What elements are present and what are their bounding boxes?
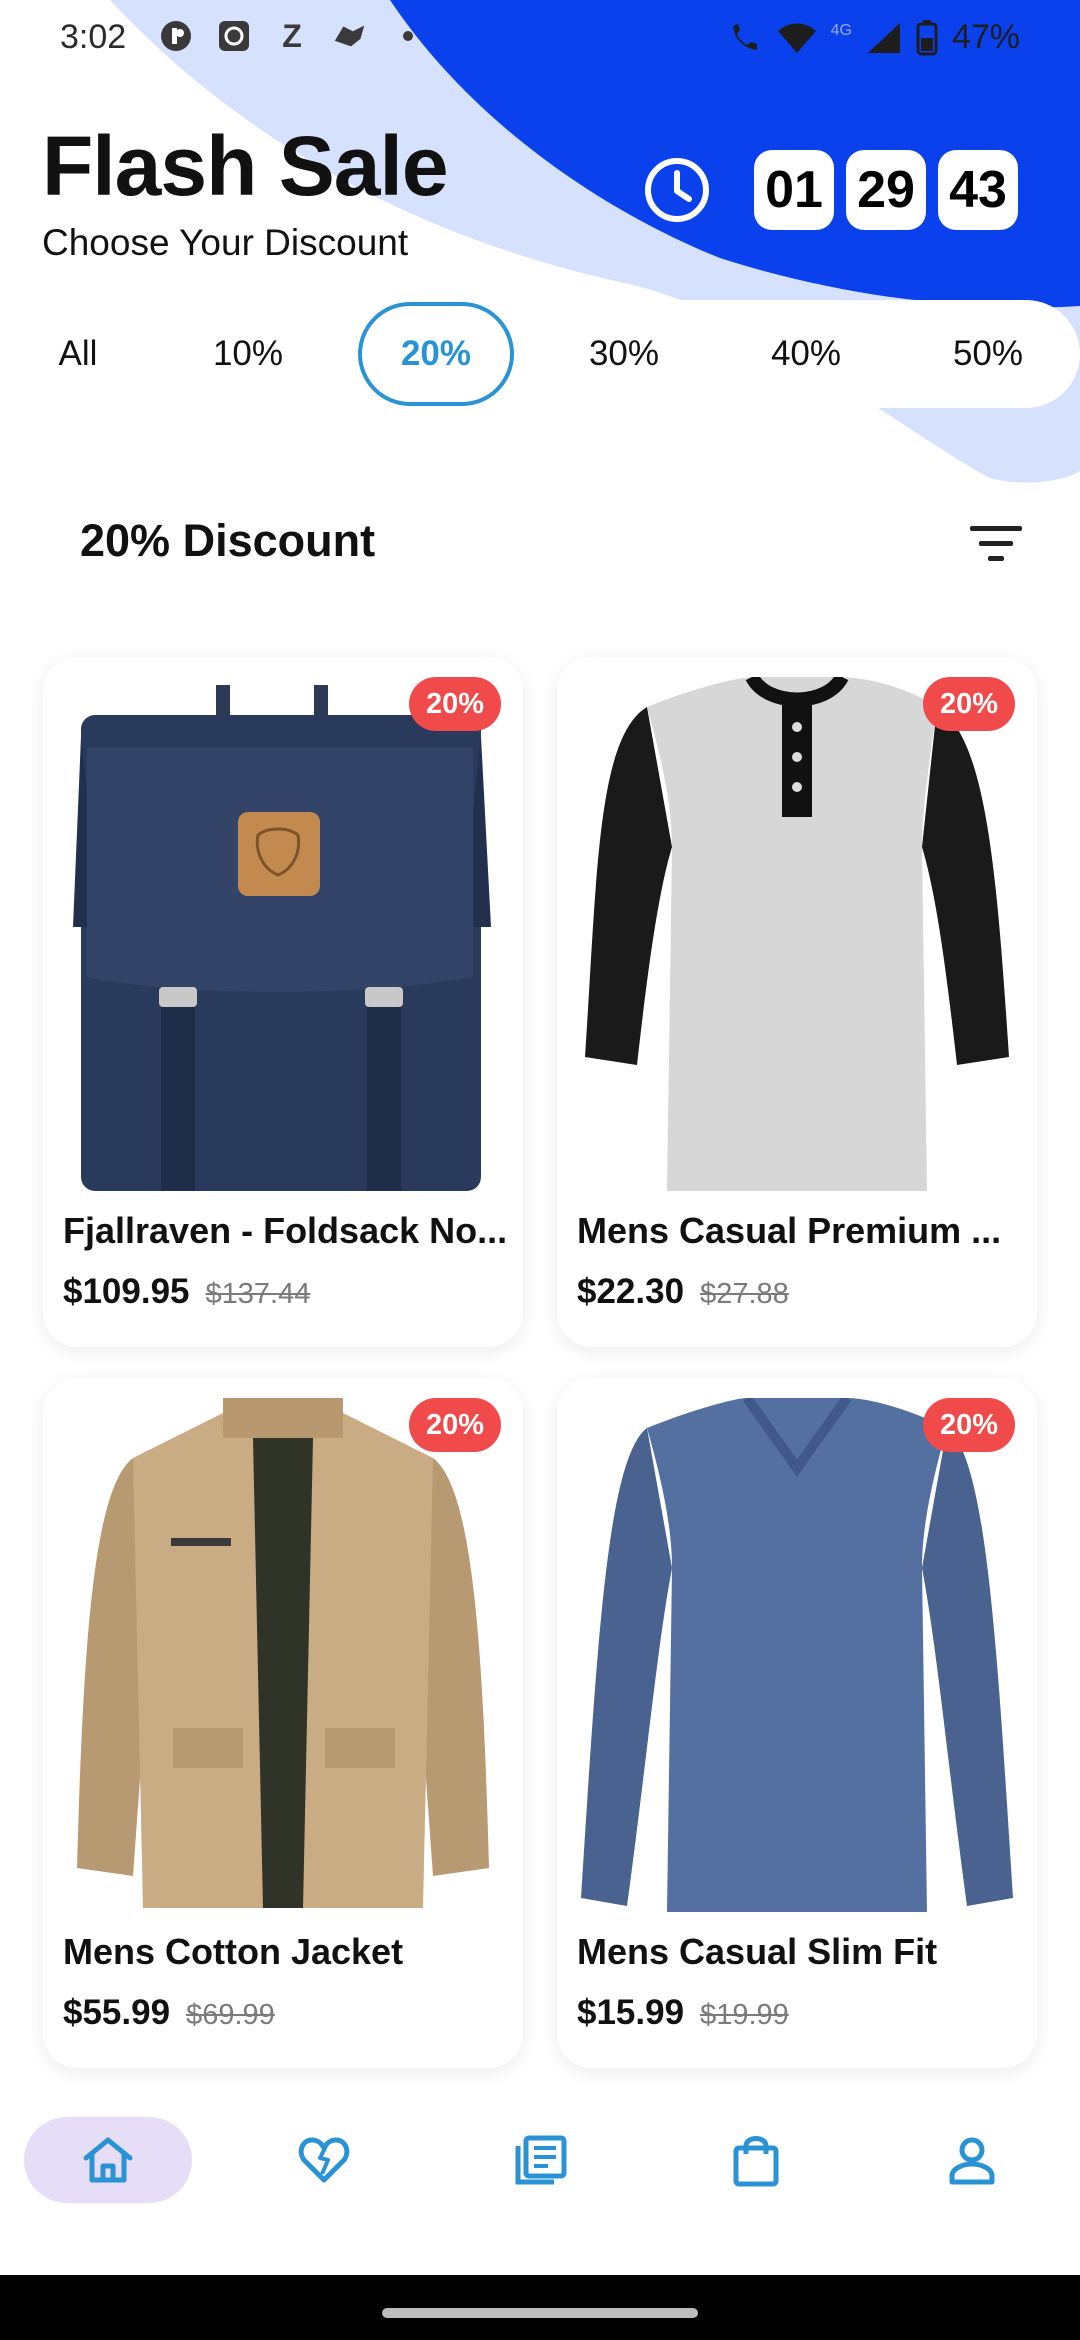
product-image-raglan-tshirt (577, 677, 1017, 1191)
discount-badge: 20% (409, 1398, 501, 1452)
bottom-nav (0, 2095, 1080, 2275)
clock-icon (645, 158, 709, 222)
wifi-call-icon (732, 23, 757, 50)
timer-hours: 01 (754, 150, 834, 230)
product-card[interactable]: 20% Mens Cotton Jacket $55.99 $69.99 (43, 1378, 523, 2068)
network-label: 4G (830, 21, 852, 39)
status-right: 4G 47% (727, 18, 1020, 57)
nav-favorites[interactable] (296, 2117, 352, 2203)
product-image-jacket (63, 1398, 503, 1912)
tab-all[interactable]: All (26, 300, 130, 408)
shopping-bag-icon (733, 2136, 779, 2187)
battery-icon (916, 19, 938, 55)
product-price: $15.99 (577, 1993, 685, 2032)
discount-badge: 20% (409, 677, 501, 731)
product-image-backpack (63, 677, 503, 1191)
home-icon (83, 2137, 133, 2183)
tab-50-percent[interactable]: 50% (930, 300, 1046, 408)
product-card[interactable]: 20% Mens Casual Premium ... $22.30 $27.8… (557, 657, 1037, 1347)
product-name: Mens Casual Premium ... (577, 1210, 1002, 1251)
price-row: $22.30 $27.88 (577, 1272, 789, 1312)
discount-badge: 20% (923, 1398, 1015, 1452)
list-icon (515, 2135, 567, 2185)
timer-minutes: 29 (846, 150, 926, 230)
filter-icon[interactable] (968, 522, 1024, 566)
camera-icon (216, 18, 252, 54)
broken-heart-icon (298, 2137, 350, 2183)
notification-icons: Z (158, 18, 426, 54)
discount-tabs: All 10% 20% 30% 40% 50% (0, 300, 1080, 408)
signal-icon (867, 22, 900, 53)
price-row: $55.99 $69.99 (63, 1993, 275, 2033)
page-title: Flash Sale (42, 119, 449, 213)
dot-icon (390, 18, 426, 54)
section-title: 20% Discount (80, 515, 376, 566)
product-old-price: $19.99 (700, 1999, 789, 2031)
tab-10-percent[interactable]: 10% (190, 300, 306, 408)
profile-icon (949, 2137, 995, 2185)
nav-orders[interactable] (512, 2117, 568, 2203)
tab-40-percent[interactable]: 40% (748, 300, 864, 408)
product-name: Fjallraven - Foldsack No... (63, 1210, 508, 1251)
product-image-long-sleeve-shirt (577, 1398, 1017, 1912)
product-name: Mens Cotton Jacket (63, 1931, 404, 1972)
status-bar: 3:02 Z 4G 47% (0, 0, 1080, 80)
wifi-icon (777, 23, 816, 53)
timer-seconds: 43 (938, 150, 1018, 230)
product-price: $55.99 (63, 1993, 171, 2032)
tab-20-percent[interactable]: 20% (358, 302, 514, 406)
product-name: Mens Casual Slim Fit (577, 1931, 938, 1972)
price-row: $109.95 $137.44 (63, 1272, 310, 1312)
countdown-timer: 01 29 43 (644, 150, 1018, 230)
app-icon (158, 18, 194, 54)
tab-30-percent[interactable]: 30% (566, 300, 682, 408)
z-icon: Z (282, 17, 302, 54)
home-gesture-handle[interactable] (382, 2308, 698, 2318)
nav-cart[interactable] (728, 2117, 784, 2203)
battery-percent: 47% (951, 18, 1020, 56)
nav-home[interactable] (24, 2117, 192, 2203)
product-old-price: $69.99 (186, 1999, 275, 2031)
page-subtitle: Choose Your Discount (42, 222, 409, 263)
nav-profile[interactable] (944, 2117, 1000, 2203)
price-row: $15.99 $19.99 (577, 1993, 789, 2033)
product-old-price: $137.44 (205, 1278, 311, 1310)
discount-badge: 20% (923, 677, 1015, 731)
status-time: 3:02 (60, 18, 127, 56)
product-card[interactable]: 20% Mens Casual Slim Fit $15.99 $19.99 (557, 1378, 1037, 2068)
product-price: $109.95 (63, 1272, 190, 1311)
product-card[interactable]: 20% Fjallraven - Foldsack No... $109.95 … (43, 657, 523, 1347)
handshake-icon (332, 18, 368, 54)
product-old-price: $27.88 (700, 1278, 789, 1310)
product-price: $22.30 (577, 1272, 685, 1311)
